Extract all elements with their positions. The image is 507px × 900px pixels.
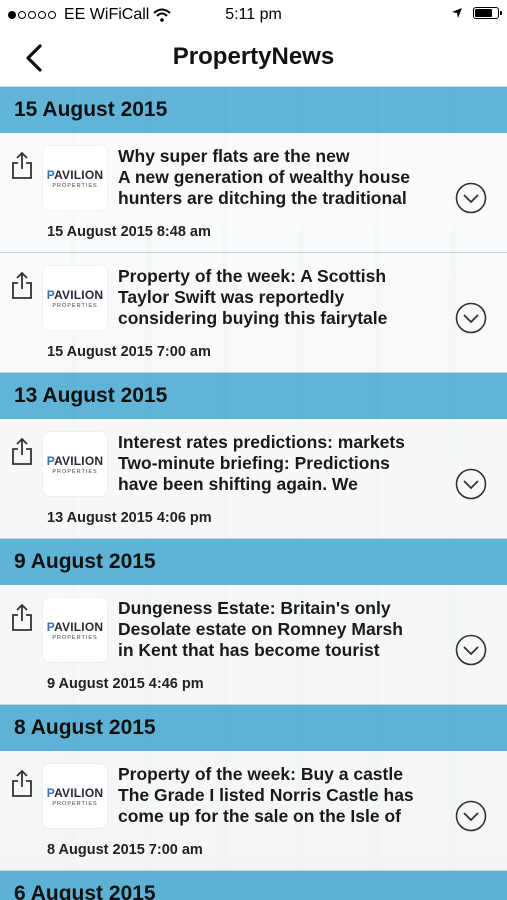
- news-item-title: Property of the week: A Scottish: [118, 266, 387, 286]
- battery-icon: [473, 7, 502, 19]
- news-item-title: Interest rates predictions: markets: [118, 432, 405, 452]
- news-item-text: Property of the week: Buy a castle The G…: [118, 764, 448, 827]
- news-item-summary-line: have been shifting again. We: [118, 474, 358, 494]
- chevron-down-circle-icon[interactable]: [455, 468, 487, 500]
- news-item-summary-line: Taylor Swift was reportedly: [118, 287, 345, 307]
- share-icon[interactable]: [10, 603, 34, 633]
- status-right: [451, 7, 502, 19]
- news-item-timestamp: 9 August 2015 4:46 pm: [47, 676, 204, 692]
- clock: 5:11 pm: [225, 6, 282, 23]
- news-item-text: Property of the week: A Scottish Taylor …: [118, 266, 448, 329]
- news-item-title: Dungeness Estate: Britain's only: [118, 598, 391, 618]
- news-item-summary-line: Two-minute briefing: Predictions: [118, 453, 390, 473]
- date-section-header: 13 August 2015: [0, 373, 507, 419]
- share-icon[interactable]: [10, 151, 34, 181]
- news-item-summary-line: The Grade I listed Norris Castle has: [118, 785, 414, 805]
- news-list[interactable]: 15 August 2015 PAVILION PROPERTIES Why su…: [0, 87, 507, 900]
- date-section-header: 6 August 2015: [0, 871, 507, 900]
- share-icon[interactable]: [10, 769, 34, 799]
- date-section-header: 15 August 2015: [0, 87, 507, 133]
- date-section-header: 8 August 2015: [0, 705, 507, 751]
- pavilion-properties-logo: PAVILION PROPERTIES: [43, 432, 107, 496]
- news-item[interactable]: PAVILION PROPERTIES Interest rates predic…: [0, 419, 507, 539]
- news-item-summary-line: hunters are ditching the traditional: [118, 188, 407, 208]
- status-bar: EE WiFiCall 5:11 pm: [0, 0, 507, 30]
- chevron-down-circle-icon[interactable]: [455, 634, 487, 666]
- pavilion-properties-logo: PAVILION PROPERTIES: [43, 598, 107, 662]
- news-item-summary-line: in Kent that has become tourist: [118, 640, 380, 660]
- news-item-summary-line: considering buying this fairytale: [118, 308, 388, 328]
- pavilion-properties-logo: PAVILION PROPERTIES: [43, 146, 107, 210]
- news-item-title: Why super flats are the new: [118, 146, 350, 166]
- news-item-timestamp: 13 August 2015 4:06 pm: [47, 510, 212, 526]
- share-icon[interactable]: [10, 437, 34, 467]
- pavilion-properties-logo: PAVILION PROPERTIES: [43, 764, 107, 828]
- page-title: PropertyNews: [172, 43, 335, 70]
- news-item[interactable]: PAVILION PROPERTIES Why super flats are t…: [0, 133, 507, 253]
- navigation-bar: PropertyNews: [0, 30, 507, 87]
- chevron-down-circle-icon[interactable]: [455, 182, 487, 214]
- news-item-title: Property of the week: Buy a castle: [118, 764, 403, 784]
- news-item-timestamp: 15 August 2015 7:00 am: [47, 344, 211, 360]
- date-section-header: 9 August 2015: [0, 539, 507, 585]
- news-item-text: Dungeness Estate: Britain's only Desolat…: [118, 598, 448, 661]
- share-icon[interactable]: [10, 271, 34, 301]
- news-item-timestamp: 15 August 2015 8:48 am: [47, 224, 211, 240]
- news-item-summary-line: Desolate estate on Romney Marsh: [118, 619, 403, 639]
- news-item-text: Interest rates predictions: markets Two-…: [118, 432, 448, 495]
- news-item-timestamp: 8 August 2015 7:00 am: [47, 842, 203, 858]
- news-item-summary-line: A new generation of wealthy house: [118, 167, 411, 187]
- news-item[interactable]: PAVILION PROPERTIES Property of the week:…: [0, 751, 507, 871]
- chevron-down-circle-icon[interactable]: [455, 302, 487, 334]
- chevron-down-circle-icon[interactable]: [455, 800, 487, 832]
- news-item[interactable]: PAVILION PROPERTIES Dungeness Estate: Bri…: [0, 585, 507, 705]
- news-item-summary-line: come up for the sale on the Isle of: [118, 806, 401, 826]
- location-arrow-icon: [452, 8, 462, 18]
- news-item[interactable]: PAVILION PROPERTIES Property of the week:…: [0, 253, 507, 373]
- pavilion-properties-logo: PAVILION PROPERTIES: [43, 266, 107, 330]
- news-item-text: Why super flats are the new A new genera…: [118, 146, 448, 209]
